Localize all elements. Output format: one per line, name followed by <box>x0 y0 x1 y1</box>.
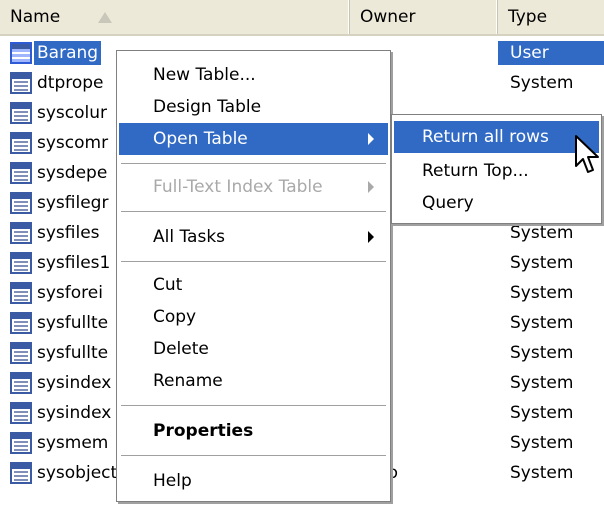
table-type: System <box>510 253 574 273</box>
menu-item-label: Copy <box>153 307 197 327</box>
system-table-icon <box>10 432 32 454</box>
list-header: Name Owner Type <box>0 0 604 36</box>
system-table-icon <box>10 162 32 184</box>
system-table-icon <box>10 252 32 274</box>
table-type: System <box>510 313 574 333</box>
menu-item-rename[interactable]: Rename <box>119 365 388 397</box>
column-header-owner-label: Owner <box>360 7 416 27</box>
table-type: System <box>510 73 574 93</box>
table-name: sysmem <box>37 433 109 453</box>
table-name: sysfullte <box>37 343 109 363</box>
table-type: System <box>510 283 574 303</box>
submenu-arrow-icon <box>368 133 374 145</box>
open-table-submenu: Return all rows Return Top... Query <box>391 114 602 224</box>
menu-item-label: Rename <box>153 371 223 391</box>
table-type: System <box>510 403 574 423</box>
table-name: syscolur <box>37 103 108 123</box>
column-header-type-label: Type <box>508 7 548 27</box>
column-header-owner[interactable]: Owner <box>350 0 498 34</box>
system-table-icon <box>10 282 32 304</box>
table-name: sysindex <box>37 403 112 423</box>
system-table-icon <box>10 72 32 94</box>
menu-separator <box>121 455 386 457</box>
menu-separator <box>121 211 386 213</box>
menu-item-label: Properties <box>153 421 254 441</box>
menu-item-label: Help <box>153 471 192 491</box>
submenu-arrow-icon <box>368 231 374 243</box>
table-name: sysfiles <box>37 223 100 243</box>
menu-item-delete[interactable]: Delete <box>119 333 388 365</box>
menu-item-cut[interactable]: Cut <box>119 269 388 301</box>
table-name: Barang <box>32 40 103 66</box>
sort-ascending-icon <box>98 12 112 23</box>
table-name: sysfullte <box>37 313 109 333</box>
menu-item-open-table[interactable]: Open Table <box>119 123 388 155</box>
menu-item-design-table[interactable]: Design Table <box>119 91 388 123</box>
user-table-icon <box>10 42 32 64</box>
menu-item-label: Full-Text Index Table <box>153 177 323 197</box>
menu-item-label: New Table... <box>153 65 256 85</box>
menu-separator <box>121 163 386 165</box>
submenu-item-return-all-rows[interactable]: Return all rows <box>394 121 599 153</box>
mouse-pointer-icon <box>575 135 599 173</box>
menu-separator <box>121 261 386 263</box>
table-name: sysforei <box>37 283 103 303</box>
system-table-icon <box>10 372 32 394</box>
menu-item-label: Delete <box>153 339 209 359</box>
table-name: syscomr <box>37 133 109 153</box>
menu-item-label: Return all rows <box>422 127 549 147</box>
menu-separator <box>121 405 386 407</box>
system-table-icon <box>10 102 32 124</box>
table-type: User <box>498 41 604 65</box>
table-name: sysfilegr <box>37 193 109 213</box>
menu-item-label: Cut <box>153 275 183 295</box>
submenu-item-return-top[interactable]: Return Top... <box>394 155 599 187</box>
context-menu: New Table... Design Table Open Table Ful… <box>116 50 391 502</box>
table-type: System <box>510 433 574 453</box>
column-header-name-label: Name <box>10 7 61 27</box>
column-header-type[interactable]: Type <box>498 0 604 34</box>
table-name: sysdepe <box>37 163 108 183</box>
system-table-icon <box>10 132 32 154</box>
menu-item-properties[interactable]: Properties <box>119 415 388 447</box>
system-table-icon <box>10 402 32 424</box>
table-type: System <box>510 463 574 483</box>
menu-item-copy[interactable]: Copy <box>119 301 388 333</box>
table-name: sysindex <box>37 373 112 393</box>
menu-item-new-table[interactable]: New Table... <box>119 59 388 91</box>
table-type: System <box>510 223 574 243</box>
table-name: sysfiles1 <box>37 253 111 273</box>
system-table-icon <box>10 342 32 364</box>
menu-item-label: Return Top... <box>422 161 529 181</box>
submenu-item-query[interactable]: Query <box>394 187 599 219</box>
column-header-name[interactable]: Name <box>0 0 350 34</box>
system-table-icon <box>10 312 32 334</box>
table-name: sysobjects <box>37 463 127 483</box>
menu-item-label: Design Table <box>153 97 262 117</box>
menu-item-label: Open Table <box>153 129 248 149</box>
table-name: dtprope <box>37 73 104 93</box>
menu-item-label: All Tasks <box>153 227 226 247</box>
menu-item-help[interactable]: Help <box>119 465 388 497</box>
system-table-icon <box>10 462 32 484</box>
menu-item-full-text-index-table: Full-Text Index Table <box>119 171 388 203</box>
submenu-arrow-icon <box>368 181 374 193</box>
table-type: System <box>510 373 574 393</box>
menu-item-all-tasks[interactable]: All Tasks <box>119 221 388 253</box>
table-type: System <box>510 343 574 363</box>
system-table-icon <box>10 222 32 244</box>
system-table-icon <box>10 192 32 214</box>
menu-item-label: Query <box>422 193 474 213</box>
